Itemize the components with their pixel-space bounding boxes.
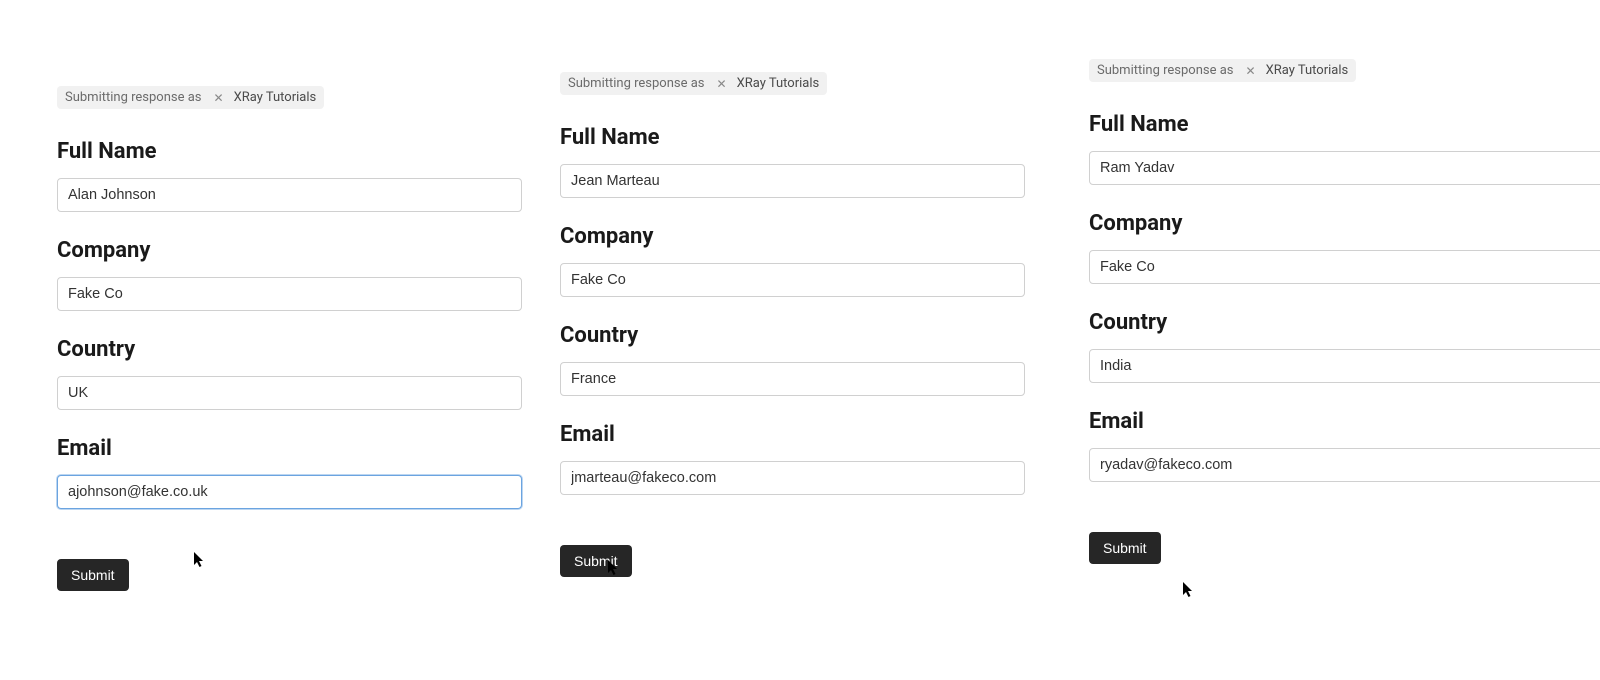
submit-button[interactable]: Submit bbox=[560, 545, 632, 577]
field-company: Company bbox=[57, 238, 537, 311]
submitting-as-tag: Submitting response as ✕ XRay Tutorials bbox=[560, 72, 827, 95]
field-label-email: Email bbox=[57, 436, 537, 461]
full-name-input[interactable] bbox=[560, 164, 1025, 198]
tag-value: XRay Tutorials bbox=[1262, 63, 1349, 78]
field-label-country: Country bbox=[1089, 310, 1600, 335]
submitting-as-tag: Submitting response as ✕ XRay Tutorials bbox=[1089, 59, 1356, 82]
country-input[interactable] bbox=[57, 376, 522, 410]
field-label-full-name: Full Name bbox=[1089, 112, 1600, 137]
submit-button[interactable]: Submit bbox=[1089, 532, 1161, 564]
email-input[interactable] bbox=[1089, 448, 1600, 482]
field-label-email: Email bbox=[1089, 409, 1600, 434]
field-full-name: Full Name bbox=[560, 125, 1040, 198]
close-icon[interactable]: ✕ bbox=[711, 77, 733, 91]
close-icon[interactable]: ✕ bbox=[208, 91, 230, 105]
full-name-input[interactable] bbox=[1089, 151, 1600, 185]
country-input[interactable] bbox=[560, 362, 1025, 396]
form-panel-2: Submitting response as ✕ XRay Tutorials … bbox=[1089, 59, 1600, 564]
tag-value: XRay Tutorials bbox=[230, 90, 317, 105]
tag-label: Submitting response as bbox=[568, 76, 711, 91]
full-name-input[interactable] bbox=[57, 178, 522, 212]
email-input[interactable] bbox=[560, 461, 1025, 495]
field-country: Country bbox=[57, 337, 537, 410]
country-input[interactable] bbox=[1089, 349, 1600, 383]
field-label-company: Company bbox=[57, 238, 537, 263]
mouse-cursor-icon bbox=[1183, 582, 1195, 598]
field-email: Email bbox=[57, 436, 537, 509]
tag-value: XRay Tutorials bbox=[733, 76, 820, 91]
close-icon[interactable]: ✕ bbox=[1240, 64, 1262, 78]
tag-label: Submitting response as bbox=[1097, 63, 1240, 78]
field-email: Email bbox=[1089, 409, 1600, 482]
submitting-as-tag: Submitting response as ✕ XRay Tutorials bbox=[57, 86, 324, 109]
tag-label: Submitting response as bbox=[65, 90, 208, 105]
field-company: Company bbox=[1089, 211, 1600, 284]
form-panel-1: Submitting response as ✕ XRay Tutorials … bbox=[560, 72, 1040, 577]
field-label-full-name: Full Name bbox=[560, 125, 1040, 150]
company-input[interactable] bbox=[560, 263, 1025, 297]
field-label-company: Company bbox=[1089, 211, 1600, 236]
field-country: Country bbox=[560, 323, 1040, 396]
field-label-country: Country bbox=[560, 323, 1040, 348]
field-full-name: Full Name bbox=[57, 139, 537, 212]
field-label-company: Company bbox=[560, 224, 1040, 249]
field-label-country: Country bbox=[57, 337, 537, 362]
field-label-email: Email bbox=[560, 422, 1040, 447]
field-country: Country bbox=[1089, 310, 1600, 383]
field-email: Email bbox=[560, 422, 1040, 495]
company-input[interactable] bbox=[1089, 250, 1600, 284]
email-input[interactable] bbox=[57, 475, 522, 509]
field-full-name: Full Name bbox=[1089, 112, 1600, 185]
form-panel-0: Submitting response as ✕ XRay Tutorials … bbox=[57, 86, 537, 591]
field-label-full-name: Full Name bbox=[57, 139, 537, 164]
field-company: Company bbox=[560, 224, 1040, 297]
submit-button[interactable]: Submit bbox=[57, 559, 129, 591]
company-input[interactable] bbox=[57, 277, 522, 311]
